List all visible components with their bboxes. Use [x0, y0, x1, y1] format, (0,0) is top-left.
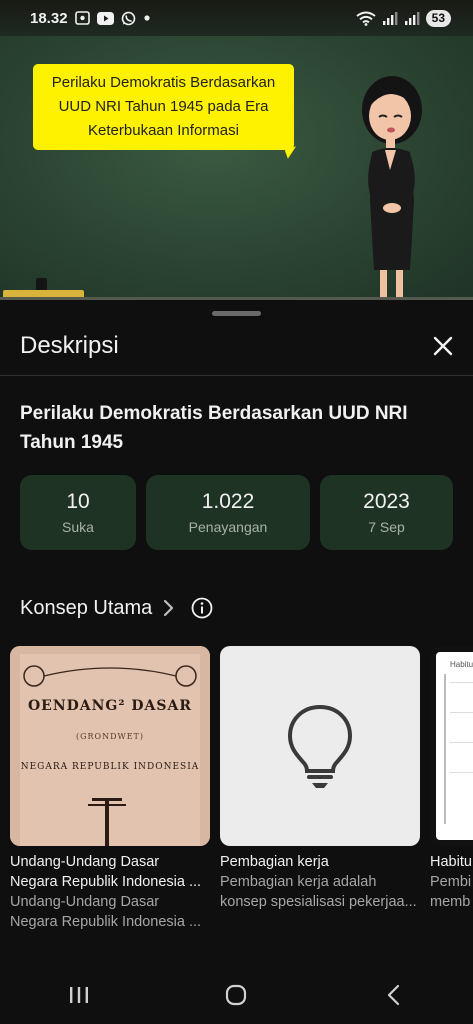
concept-thumbnail: OENDANG² DASAR (GRONDWET) NEGARA REPUBLI…	[10, 646, 210, 846]
lightbulb-icon	[287, 704, 353, 788]
status-time: 18.32	[30, 9, 68, 27]
stat-date: 2023 7 Sep	[320, 475, 453, 550]
home-icon	[226, 984, 247, 1006]
section-title: Konsep Utama	[20, 596, 153, 619]
speech-bubble: Perilaku Demokratis Berdasarkan UUD NRI …	[33, 64, 294, 150]
video-title: Perilaku Demokratis Berdasarkan UUD NRI …	[20, 403, 408, 453]
concept-thumbnail: Habitus	[430, 646, 473, 846]
status-bar: 18.32 53	[0, 0, 473, 36]
stat-value: 2023	[363, 489, 410, 513]
recent-apps-icon	[69, 987, 88, 1003]
concept-description: Pembi	[430, 874, 472, 890]
bubble-line: Perilaku Demokratis Berdasarkan	[51, 74, 276, 91]
drag-handle[interactable]	[212, 311, 261, 316]
concept-cards: OENDANG² DASAR (GRONDWET) NEGARA REPUBLI…	[10, 646, 473, 936]
thumb-text: OENDANG² DASAR	[27, 698, 193, 714]
stat-label: 7 Sep	[368, 518, 405, 535]
stat-likes: 10 Suka	[20, 475, 136, 550]
wifi-icon	[356, 11, 376, 26]
concept-title: Pembagian kerja	[220, 854, 329, 870]
close-button[interactable]	[428, 331, 458, 361]
concept-description: memb	[430, 894, 471, 910]
concept-card[interactable]: OENDANG² DASAR (GRONDWET) NEGARA REPUBLI…	[10, 646, 210, 932]
screen-record-icon	[74, 11, 90, 25]
concept-description: konsep spesialisasi pekerjaa...	[220, 894, 417, 910]
home-button[interactable]	[206, 973, 266, 1017]
bubble-line: UUD NRI Tahun 1945 pada Era	[58, 98, 269, 115]
youtube-icon	[96, 11, 114, 25]
navigation-bar	[0, 966, 473, 1024]
document-ornament-icon	[10, 646, 210, 846]
description-sheet: Deskripsi Perilaku Demokratis Berdasarka…	[0, 300, 473, 1024]
stat-label: Penayangan	[188, 518, 268, 535]
close-icon	[433, 336, 453, 356]
signal-icon	[404, 11, 420, 25]
stat-views: 1.022 Penayangan	[146, 475, 310, 550]
concept-description: Undang-Undang Dasar	[10, 894, 160, 910]
recent-apps-button[interactable]	[49, 973, 109, 1017]
concept-description: Negara Republik Indonesia ...	[10, 914, 202, 930]
sheet-title: Deskripsi	[20, 332, 119, 359]
thumb-text: (GRONDWET)	[75, 732, 145, 741]
concept-description: Pembagian kerja adalah	[220, 874, 377, 890]
status-right: 53	[356, 9, 451, 27]
stats-row: 10 Suka 1.022 Penayangan 2023 7 Sep	[20, 475, 453, 550]
signal-icon	[382, 11, 398, 25]
back-button[interactable]	[364, 973, 424, 1017]
key-concepts-header[interactable]: Konsep Utama	[20, 593, 213, 623]
concept-title: Negara Republik Indonesia ...	[10, 874, 202, 890]
back-icon	[388, 984, 400, 1006]
document-lines-icon	[444, 674, 473, 824]
teacher-avatar-icon	[362, 76, 422, 300]
stat-value: 10	[66, 489, 90, 513]
divider	[0, 375, 473, 376]
chevron-right-icon	[162, 599, 174, 617]
stat-label: Suka	[62, 518, 94, 535]
stat-value: 1.022	[201, 489, 255, 513]
battery-indicator: 53	[425, 9, 451, 27]
bubble-line: Keterbukaan Informasi	[88, 122, 239, 139]
concept-thumbnail	[220, 646, 420, 846]
concept-card[interactable]: Pembagian kerja Pembagian kerja adalah k…	[220, 646, 420, 912]
whatsapp-icon	[121, 11, 136, 26]
concept-card[interactable]: Habitus Habitu Pembi memb	[430, 646, 473, 912]
dot-icon	[143, 14, 151, 22]
concept-title: Habitu	[430, 854, 472, 870]
status-left: 18.32	[30, 10, 151, 27]
video-player[interactable]: Perilaku Demokratis Berdasarkan UUD NRI …	[0, 36, 473, 300]
concept-title: Undang-Undang Dasar	[10, 854, 160, 870]
info-icon[interactable]	[191, 597, 213, 619]
thumb-text: NEGARA REPUBLIK INDONESIA	[20, 762, 200, 772]
